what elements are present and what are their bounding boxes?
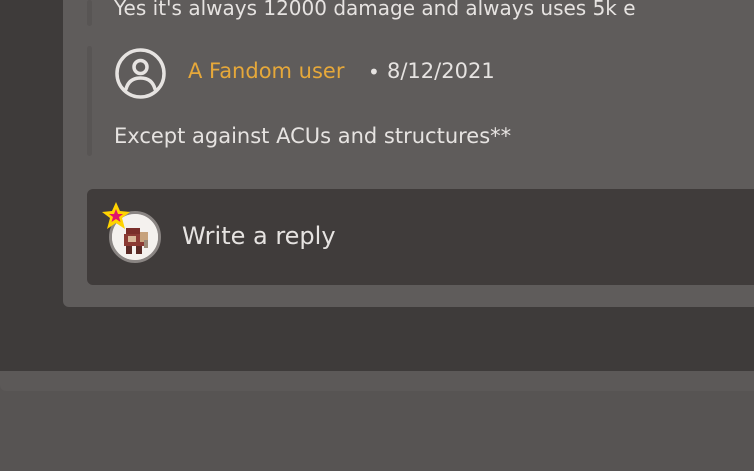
- star-badge-icon: [101, 201, 131, 231]
- write-reply-placeholder: Write a reply: [182, 222, 336, 250]
- reply-date: 8/12/2021: [387, 59, 495, 83]
- write-reply-input[interactable]: Write a reply: [87, 189, 754, 285]
- reply-body: Except against ACUs and structures**: [114, 124, 512, 148]
- meta-separator: •: [368, 60, 380, 84]
- section-divider: [0, 371, 754, 391]
- reply-indent-line: [87, 46, 92, 156]
- previous-reply-text: Yes it's always 12000 damage and always …: [114, 0, 636, 20]
- user-circle-icon[interactable]: [114, 47, 167, 100]
- reply-indent-line: [87, 0, 92, 26]
- reply-author-link[interactable]: A Fandom user: [188, 59, 345, 83]
